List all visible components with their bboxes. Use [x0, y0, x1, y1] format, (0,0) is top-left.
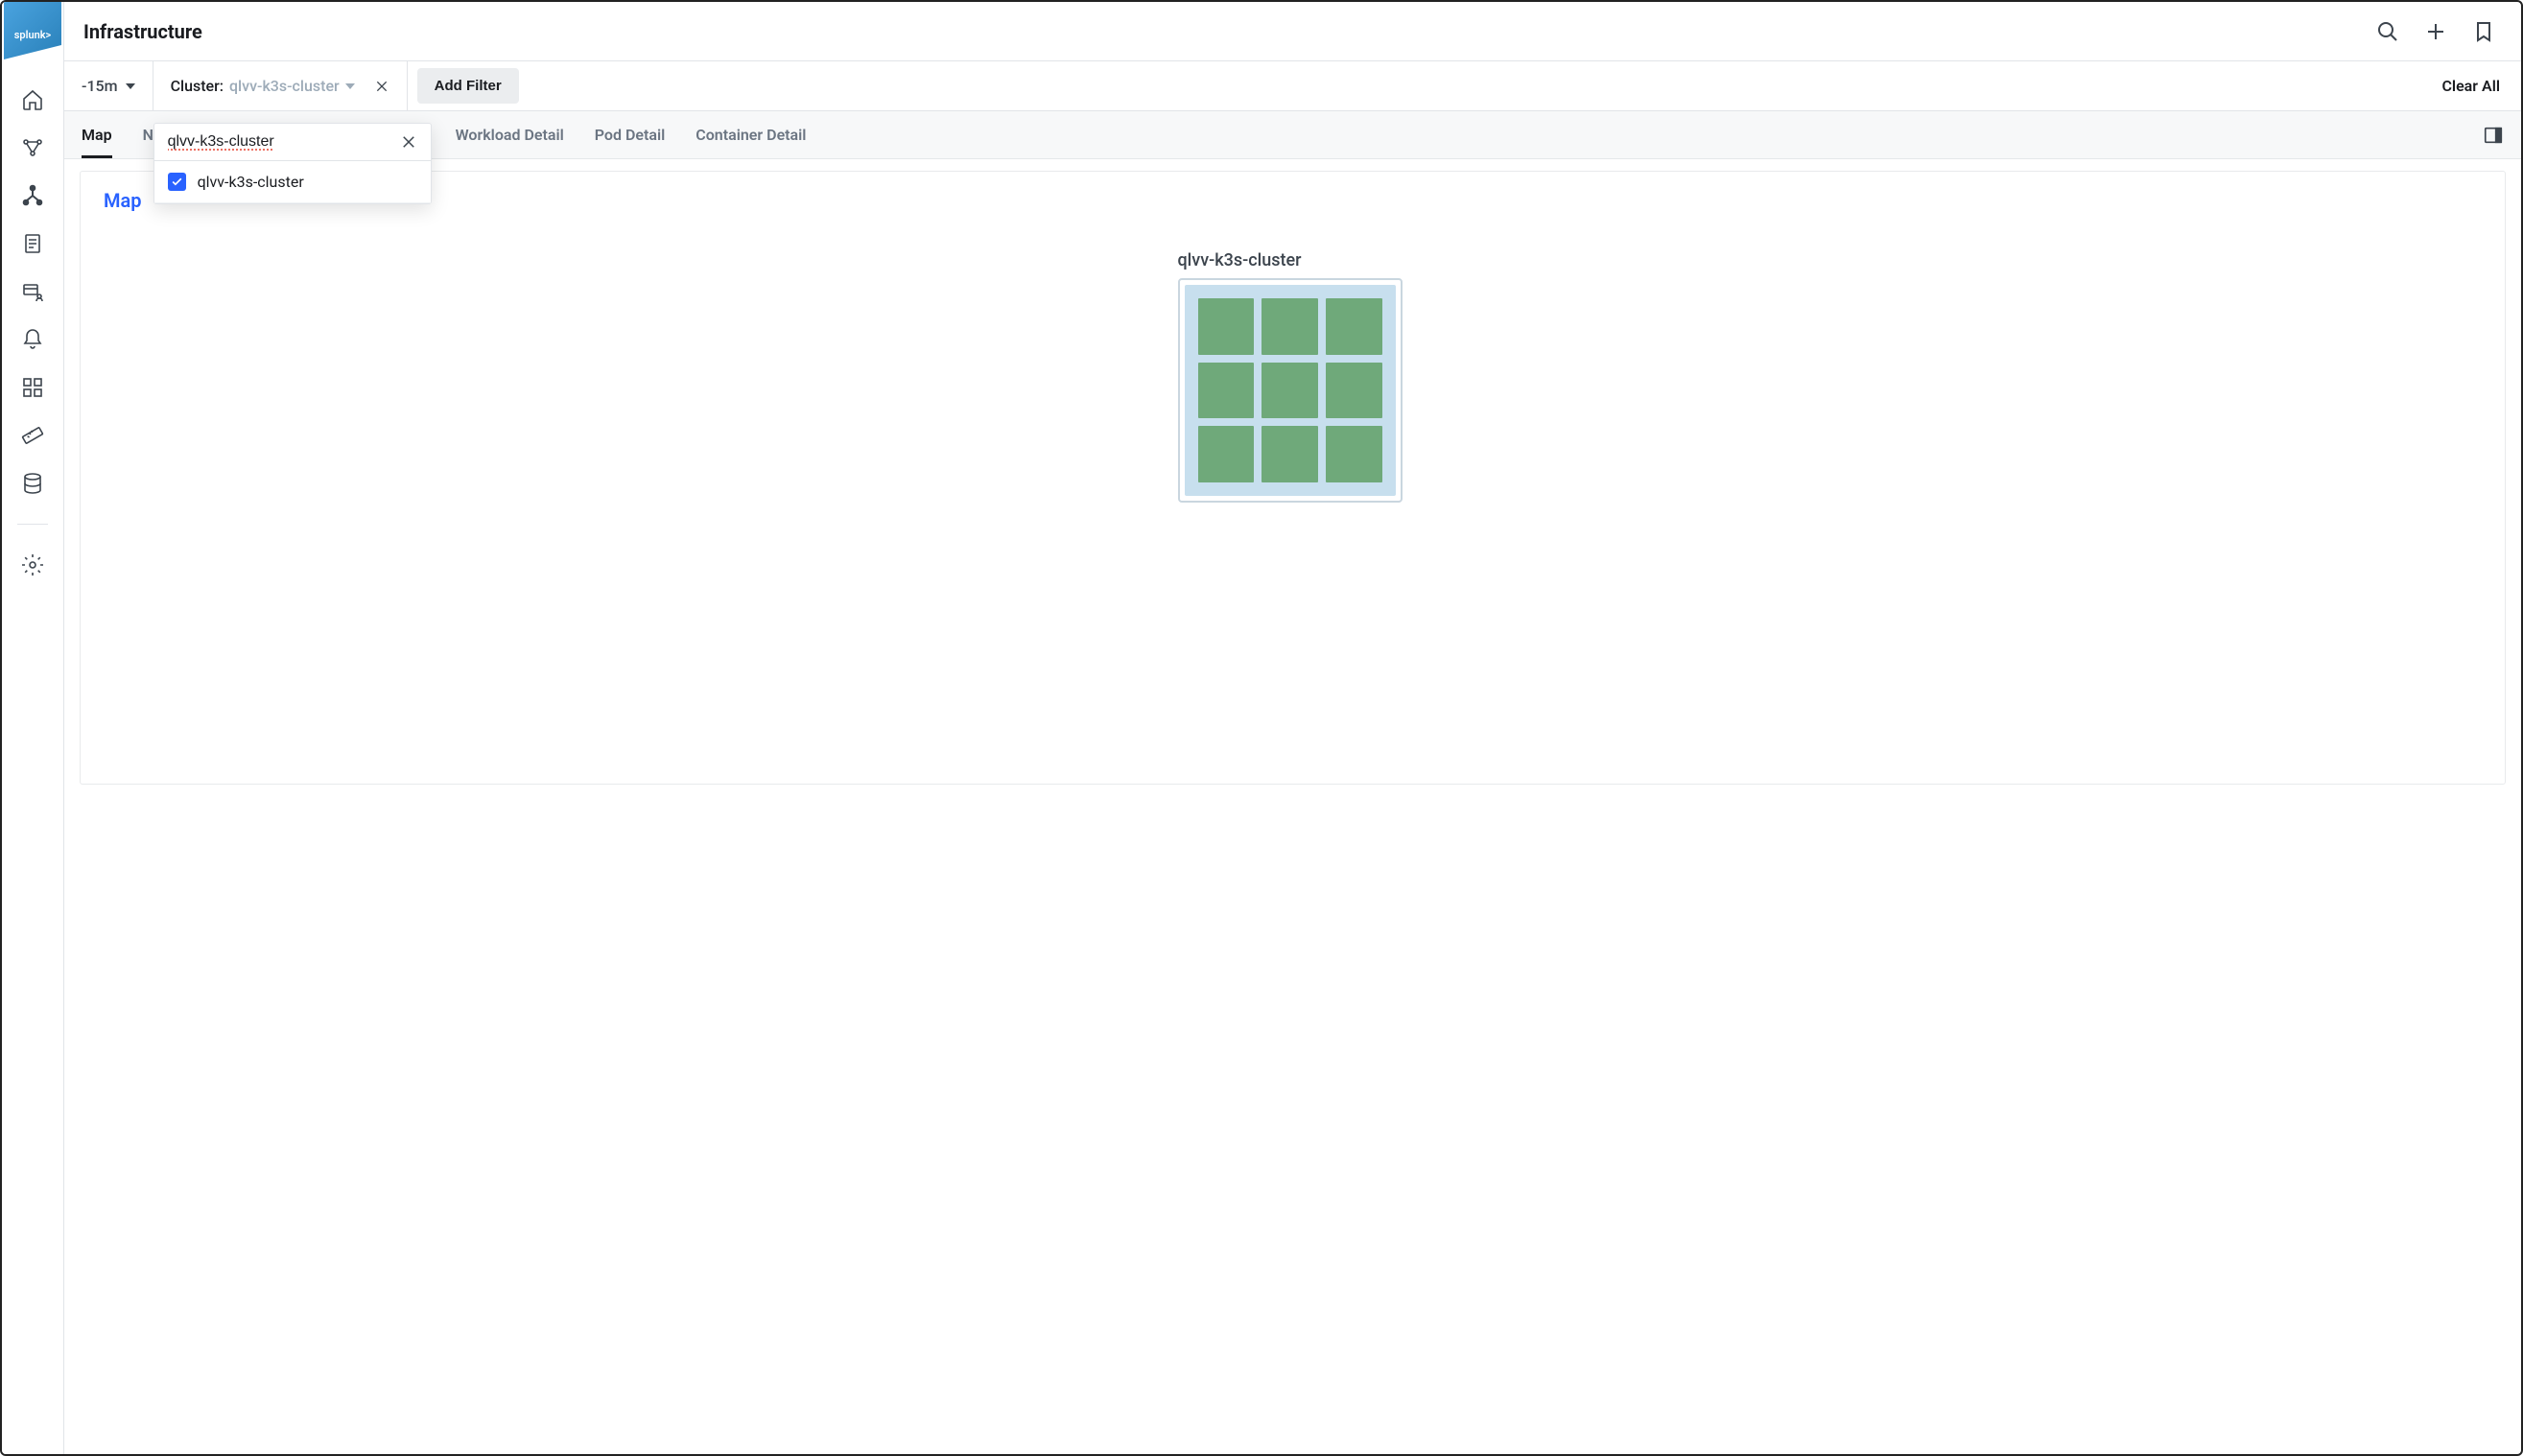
- pod-cell[interactable]: [1198, 426, 1255, 482]
- clear-all-button[interactable]: Clear All: [2441, 77, 2500, 95]
- trace-icon[interactable]: [19, 134, 46, 161]
- splunk-logo[interactable]: splunk>: [4, 2, 61, 59]
- filter-bar: -15m Cluster: qlvv-k3s-cluster: [64, 61, 2521, 111]
- add-filter-button[interactable]: Add Filter: [417, 68, 519, 104]
- grid-icon[interactable]: [19, 374, 46, 401]
- cluster-filter-value[interactable]: qlvv-k3s-cluster: [229, 77, 355, 95]
- chevron-down-icon: [126, 83, 135, 89]
- header: Infrastructure: [64, 2, 2521, 61]
- cluster-filter: Cluster: qlvv-k3s-cluster: [153, 61, 408, 110]
- bell-icon[interactable]: [19, 326, 46, 353]
- bookmark-icon[interactable]: [2471, 19, 2496, 44]
- main: Infrastructure -15m Cluster:: [64, 2, 2521, 1454]
- tab-map[interactable]: Map: [82, 111, 112, 158]
- header-actions: [2375, 19, 2496, 44]
- add-icon[interactable]: [2423, 19, 2448, 44]
- cluster-block[interactable]: [1178, 278, 1403, 503]
- sidebar: splunk>: [2, 2, 64, 1454]
- pod-cell[interactable]: [1262, 363, 1318, 419]
- dropdown-search-row: [154, 124, 431, 161]
- breadcrumb[interactable]: Map: [104, 189, 142, 212]
- cluster-viz-title: qlvv-k3s-cluster: [1178, 250, 1408, 270]
- checkbox-checked-icon[interactable]: [168, 173, 186, 191]
- tab-container-detail[interactable]: Container Detail: [696, 111, 806, 158]
- panel-toggle-icon[interactable]: [2483, 125, 2504, 146]
- search-icon[interactable]: [2375, 19, 2400, 44]
- gear-icon[interactable]: [19, 552, 46, 578]
- pod-cell[interactable]: [1326, 426, 1382, 482]
- server-user-icon[interactable]: [19, 278, 46, 305]
- tab-partial[interactable]: N: [143, 111, 154, 158]
- chevron-down-icon: [345, 83, 355, 89]
- sidebar-divider: [17, 524, 48, 525]
- time-picker[interactable]: -15m: [64, 61, 153, 110]
- cluster-grid: [1185, 285, 1396, 496]
- app-root: splunk>: [0, 0, 2523, 1456]
- pod-cell[interactable]: [1326, 363, 1382, 419]
- cluster-visualization: qlvv-k3s-cluster: [1178, 250, 1408, 503]
- tab-workload-detail[interactable]: Workload Detail: [456, 111, 564, 158]
- cluster-dropdown: qlvv-k3s-cluster: [153, 123, 432, 204]
- cluster-filter-value-text: qlvv-k3s-cluster: [229, 77, 340, 95]
- pod-cell[interactable]: [1262, 426, 1318, 482]
- content-card: Map qlvv-k3s-cluster: [80, 171, 2506, 785]
- cluster-filter-label: Cluster:: [171, 77, 224, 95]
- content: Map qlvv-k3s-cluster: [64, 159, 2521, 1454]
- pod-cell[interactable]: [1326, 298, 1382, 355]
- time-label: -15m: [82, 77, 118, 95]
- pod-cell[interactable]: [1262, 298, 1318, 355]
- document-icon[interactable]: [19, 230, 46, 257]
- dropdown-item[interactable]: qlvv-k3s-cluster: [154, 161, 431, 203]
- home-icon[interactable]: [19, 86, 46, 113]
- tabs-bar: Map N Workload Detail Pod Detail Contain…: [64, 111, 2521, 159]
- page-title: Infrastructure: [83, 20, 202, 43]
- tab-pod-detail[interactable]: Pod Detail: [595, 111, 666, 158]
- ruler-icon[interactable]: [19, 422, 46, 449]
- dropdown-item-label: qlvv-k3s-cluster: [198, 173, 304, 191]
- database-icon[interactable]: [19, 470, 46, 497]
- close-icon[interactable]: [400, 133, 417, 151]
- dropdown-search-input[interactable]: [168, 133, 400, 151]
- pod-cell[interactable]: [1198, 363, 1255, 419]
- infrastructure-icon[interactable]: [19, 182, 46, 209]
- clear-filter-icon[interactable]: [374, 79, 389, 94]
- pod-cell[interactable]: [1198, 298, 1255, 355]
- sidebar-nav: [17, 59, 48, 578]
